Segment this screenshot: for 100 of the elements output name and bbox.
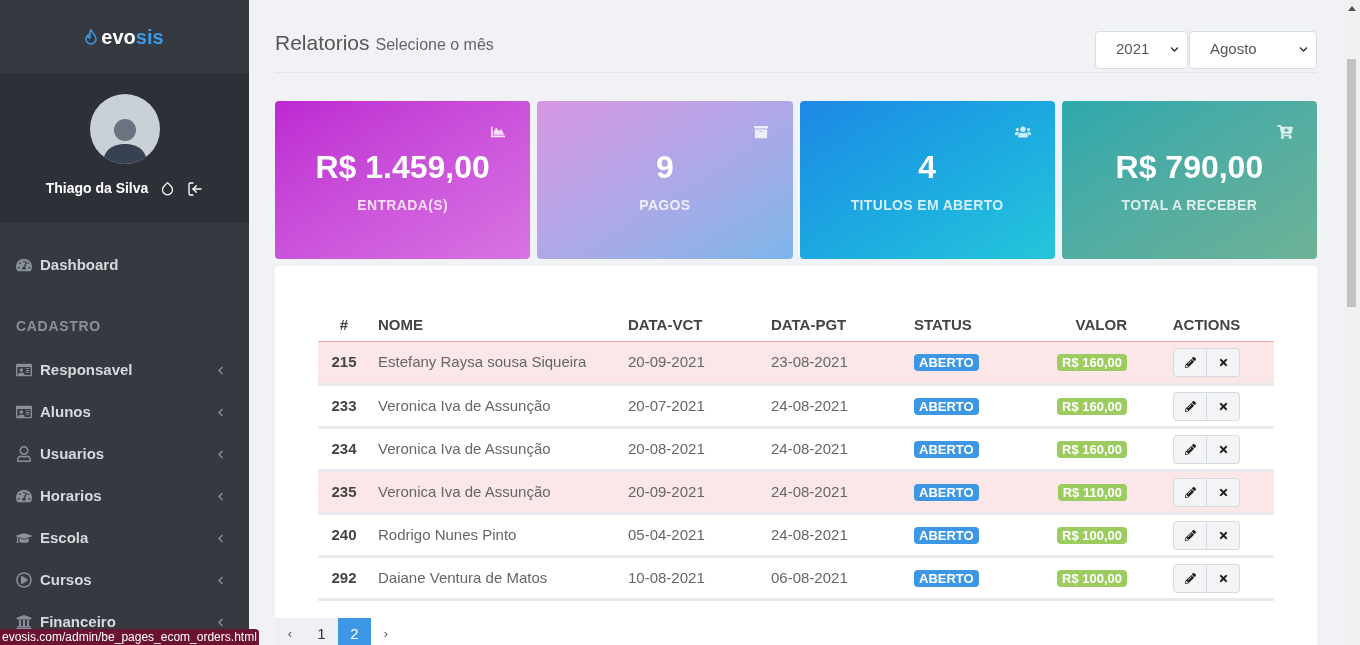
bank-icon [16,614,32,630]
column-header: ACTIONS [1139,312,1274,342]
delete-button[interactable] [1207,391,1240,421]
pencil-icon [1184,529,1196,541]
pencil-icon [1184,400,1196,412]
stat-value: 9 [655,147,674,187]
delete-button[interactable] [1207,563,1240,593]
chevron-icon [216,449,225,459]
stat-label: TOTAL A RECEBER [1121,195,1258,215]
pencil-icon [1184,357,1196,368]
delete-button[interactable] [1207,434,1240,464]
delete-button[interactable] [1207,477,1240,507]
nav-item[interactable]: Dashboard [0,253,249,277]
stat-label: ENTRADA(S) [357,195,448,215]
table-cell: 20-07-2021 [620,384,763,428]
nav-item[interactable]: Responsavel [0,349,249,391]
scroll-up-arrow-icon [1347,6,1356,11]
edit-button[interactable] [1173,391,1207,421]
year-select[interactable]: 2021 [1095,30,1188,69]
status-badge: ABERTO [914,569,979,587]
status-badge: ABERTO [914,526,979,544]
chevron-icon [216,533,225,543]
pencil-icon [1184,572,1196,584]
delete-button[interactable] [1207,520,1240,550]
chevron-icon [216,575,225,585]
table-cell: 23-08-2021 [763,341,906,385]
stat-value: R$ 1.459,00 [315,147,490,187]
nav-item[interactable]: Usuarios [0,433,249,475]
archive-icon [752,124,769,139]
scrollbar-thumb[interactable] [1347,59,1356,307]
pencil-icon [1184,486,1196,498]
table-cell: 233 [318,384,370,428]
table-cell: 24-08-2021 [763,384,906,428]
table-cell: Veronica Iva de Assunção [370,427,620,471]
user-icon [16,446,32,462]
table-cell: 234 [318,427,370,471]
column-header: # [318,312,370,342]
flame-icon [85,28,98,45]
dashboard-icon [16,257,32,273]
id-card-icon [16,362,32,378]
table-cell: Estefany Raysa sousa Siqueira [370,341,620,385]
column-header: STATUS [906,312,1009,342]
table-cell: 292 [318,556,370,600]
status-badge: ABERTO [914,483,979,501]
status-badge: ABERTO [914,440,979,458]
link-url-tooltip: evosis.com/admin/be_pages_ecom_orders.html [0,629,259,645]
table-cell: 06-08-2021 [763,556,906,600]
stat-label: PAGOS [639,195,691,215]
value-badge: R$ 100,00 [1057,569,1127,587]
column-header: VALOR [1009,312,1139,342]
cart-icon [1277,124,1293,139]
table-cell: 24-08-2021 [763,470,906,514]
edit-button[interactable] [1173,477,1207,507]
table-cell: 10-08-2021 [620,556,763,600]
close-icon [1217,443,1229,455]
edit-button[interactable] [1173,434,1207,464]
nav-item[interactable]: Escola [0,517,249,559]
next-page-link[interactable]: › [371,618,401,645]
stat-value: 4 [918,147,936,187]
edit-button[interactable] [1173,348,1207,377]
table-cell: 24-08-2021 [763,427,906,471]
column-header: DATA-VCT [620,312,763,342]
chevron-icon [216,617,225,627]
scrollbar[interactable] [1343,0,1360,645]
table-cell: 235 [318,470,370,514]
table-cell: 20-09-2021 [620,341,763,385]
area-chart-icon [490,124,507,139]
edit-button[interactable] [1173,520,1207,550]
stat-value: R$ 790,00 [1115,147,1264,187]
nav-item[interactable]: Cursos [0,559,249,601]
chevron-icon [1299,45,1308,54]
user-name: Thiago da Silva [45,179,149,198]
droplet-icon[interactable] [160,181,176,196]
nav-item[interactable]: Alunos [0,391,249,433]
month-select[interactable]: Agosto [1189,30,1317,69]
table-cell: 20-08-2021 [620,427,763,471]
status-badge: ABERTO [914,397,979,415]
section-heading: CADASTRO [15,317,102,336]
close-icon [1217,400,1229,412]
logout-icon[interactable] [187,180,204,197]
value-badge: R$ 160,00 [1057,397,1127,415]
value-badge: R$ 100,00 [1057,526,1127,544]
nav-item[interactable]: Horarios [0,475,249,517]
edit-button[interactable] [1173,563,1207,593]
page-link[interactable]: 1 [305,618,338,645]
gauge-icon [16,488,32,504]
column-header: DATA-PGT [763,312,906,342]
table-cell: Veronica Iva de Assunção [370,470,620,514]
value-badge: R$ 160,00 [1057,440,1127,458]
close-icon [1217,529,1229,541]
chevron-icon [216,407,225,417]
status-badge: ABERTO [914,354,979,372]
pencil-icon [1184,443,1196,455]
table-cell: Rodrigo Nunes Pinto [370,513,620,557]
close-icon [1217,486,1229,498]
chevron-icon [1170,45,1179,54]
page-title: Relatorios [275,30,370,56]
prev-page-link[interactable]: ‹ [275,618,305,645]
chevron-icon [216,365,225,375]
delete-button[interactable] [1207,348,1240,377]
